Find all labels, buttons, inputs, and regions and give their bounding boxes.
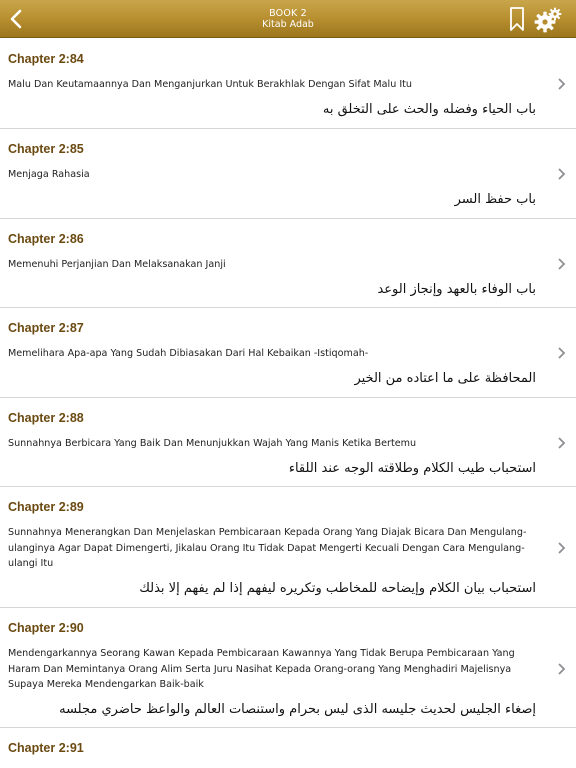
chapter-title: Chapter 2:88 bbox=[8, 411, 84, 425]
chapter-row[interactable]: Chapter 2:89 Sunnahnya Menerangkan Dan M… bbox=[0, 487, 576, 608]
chapter-arabic-title: باب الحياء وفضله والحث على التخلق به bbox=[322, 101, 536, 117]
chevron-right-icon bbox=[558, 663, 566, 675]
chapter-latin-title: Sunnahnya Menerangkan Dan Menjelaskan Pe… bbox=[8, 527, 527, 569]
chapter-row[interactable]: Chapter 2:88 Sunnahnya Berbicara Yang Ba… bbox=[0, 398, 576, 487]
chapter-title: Chapter 2:91 bbox=[8, 741, 84, 755]
chapter-arabic-title: إصغاء الجليس لحديث جليسه الذى ليس بحرام … bbox=[59, 701, 536, 717]
chapter-arabic-title: باب حفظ السر bbox=[454, 191, 536, 207]
chapter-latin-title: Sunnahnya Berbicara Yang Baik Dan Menunj… bbox=[8, 438, 417, 449]
chevron-right-icon bbox=[558, 542, 566, 554]
chapter-row[interactable]: Chapter 2:84 Malu Dan Keutamaannya Dan M… bbox=[0, 39, 576, 129]
chapter-title: Chapter 2:86 bbox=[8, 232, 84, 246]
chapter-latin-title: Memenuhi Perjanjian Dan Melaksanakan Jan… bbox=[8, 259, 226, 270]
chapter-row[interactable]: Chapter 2:87 Memelihara Apa-apa Yang Sud… bbox=[0, 308, 576, 398]
chevron-right-icon bbox=[558, 347, 566, 359]
navigation-bar: BOOK 2 Kitab Adab bbox=[0, 0, 576, 38]
chapter-row[interactable]: Chapter 2:86 Memenuhi Perjanjian Dan Mel… bbox=[0, 219, 576, 308]
chevron-right-icon bbox=[558, 437, 566, 449]
chapter-row[interactable]: Chapter 2:90 Mendengarkannya Seorang Kaw… bbox=[0, 608, 576, 728]
chevron-right-icon bbox=[558, 168, 566, 180]
chapter-title: Chapter 2:84 bbox=[8, 52, 84, 66]
chapter-arabic-title: استحباب بيان الكلام وإيضاحه للمخاطب وتكر… bbox=[139, 580, 536, 596]
chapter-latin-title: Memelihara Apa-apa Yang Sudah Dibiasakan… bbox=[8, 348, 369, 359]
chapter-arabic-title: المحافظة على ما اعتاده من الخير bbox=[354, 370, 536, 386]
chapter-latin-title: Menjaga Rahasia bbox=[8, 169, 90, 180]
chapter-latin-title: Mendengarkannya Seorang Kawan Kepada Pem… bbox=[8, 648, 515, 690]
chevron-right-icon bbox=[558, 78, 566, 90]
chapter-list: Chapter 2:84 Malu Dan Keutamaannya Dan M… bbox=[0, 39, 576, 768]
chapter-arabic-title: استحباب طيب الكلام وطلاقته الوجه عند الل… bbox=[288, 460, 536, 476]
chevron-right-icon bbox=[558, 258, 566, 270]
chapter-latin-title: Malu Dan Keutamaannya Dan Menganjurkan U… bbox=[8, 79, 413, 90]
chapter-title: Chapter 2:87 bbox=[8, 321, 84, 335]
book-label: BOOK 2 bbox=[269, 8, 307, 19]
chapter-row[interactable]: Chapter 2:91 bbox=[0, 728, 576, 768]
bookmark-icon[interactable] bbox=[508, 6, 526, 32]
chapter-title: Chapter 2:90 bbox=[8, 621, 84, 635]
chapter-title: Chapter 2:89 bbox=[8, 500, 84, 514]
gear-icon[interactable] bbox=[534, 6, 562, 34]
book-subtitle: Kitab Adab bbox=[262, 19, 314, 30]
chapter-row[interactable]: Chapter 2:85 Menjaga Rahasia باب حفظ الس… bbox=[0, 129, 576, 219]
chapter-title: Chapter 2:85 bbox=[8, 142, 84, 156]
chapter-arabic-title: باب الوفاء بالعهد وإنجاز الوعد bbox=[377, 281, 536, 297]
